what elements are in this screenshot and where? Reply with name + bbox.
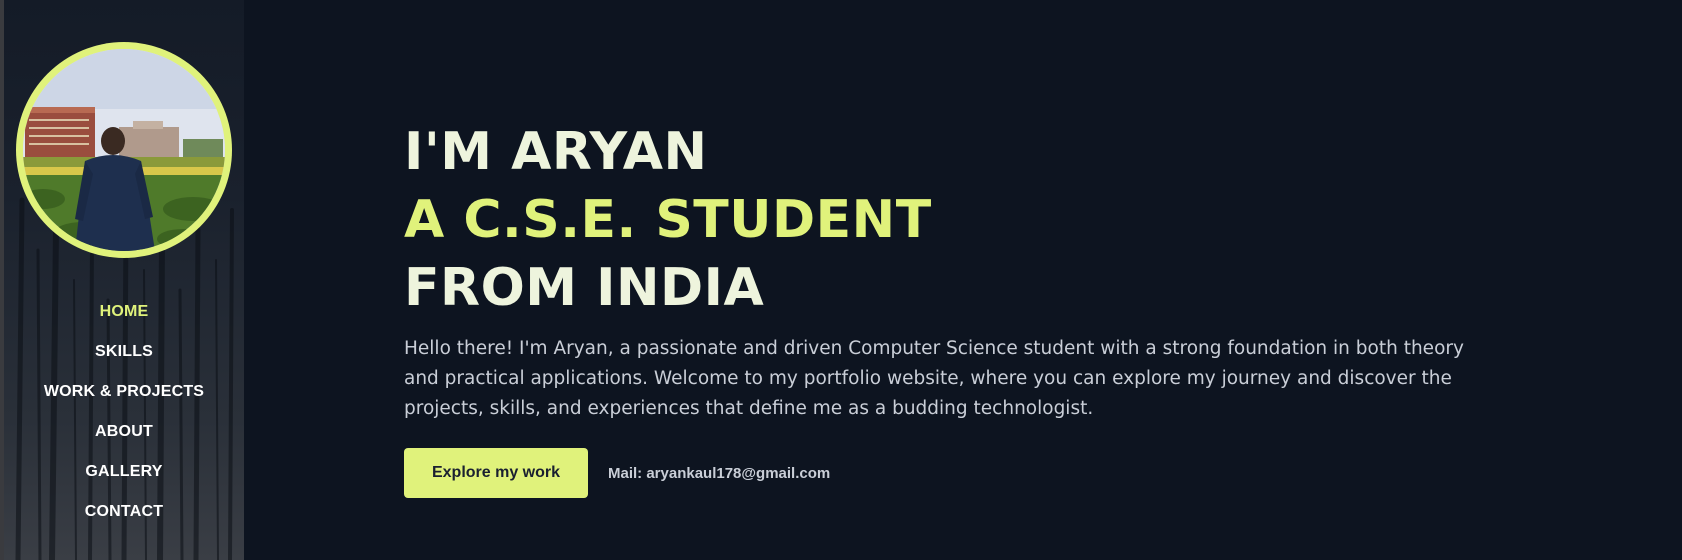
nav-item-contact[interactable]: CONTACT	[4, 492, 244, 532]
cta-row: Explore my work Mail: aryankaul178@gmail…	[404, 448, 1524, 498]
hero-title-line2: A C.S.E. STUDENT	[404, 190, 932, 250]
hero-title-line3: FROM INDIA	[404, 258, 765, 318]
explore-work-button[interactable]: Explore my work	[404, 448, 588, 498]
avatar	[23, 49, 225, 251]
avatar-frame	[16, 42, 232, 258]
nav-item-skills[interactable]: SKILLS	[4, 332, 244, 372]
hero-title-line1: I'M ARYAN	[404, 122, 708, 182]
mail-link[interactable]: Mail: aryankaul178@gmail.com	[608, 465, 830, 482]
nav-item-about[interactable]: ABOUT	[4, 412, 244, 452]
hero-intro: Hello there! I'm Aryan, a passionate and…	[404, 338, 1464, 419]
nav-item-home[interactable]: HOME	[4, 292, 244, 332]
nav-item-work-projects[interactable]: WORK & PROJECTS	[4, 372, 244, 412]
sidebar: HOME SKILLS WORK & PROJECTS ABOUT GALLER…	[4, 0, 244, 560]
page: HOME SKILLS WORK & PROJECTS ABOUT GALLER…	[0, 0, 1682, 560]
nav-item-gallery[interactable]: GALLERY	[4, 452, 244, 492]
hero-section: I'M ARYAN A C.S.E. STUDENT FROM INDIA He…	[404, 118, 1524, 498]
sidebar-nav: HOME SKILLS WORK & PROJECTS ABOUT GALLER…	[4, 292, 244, 532]
